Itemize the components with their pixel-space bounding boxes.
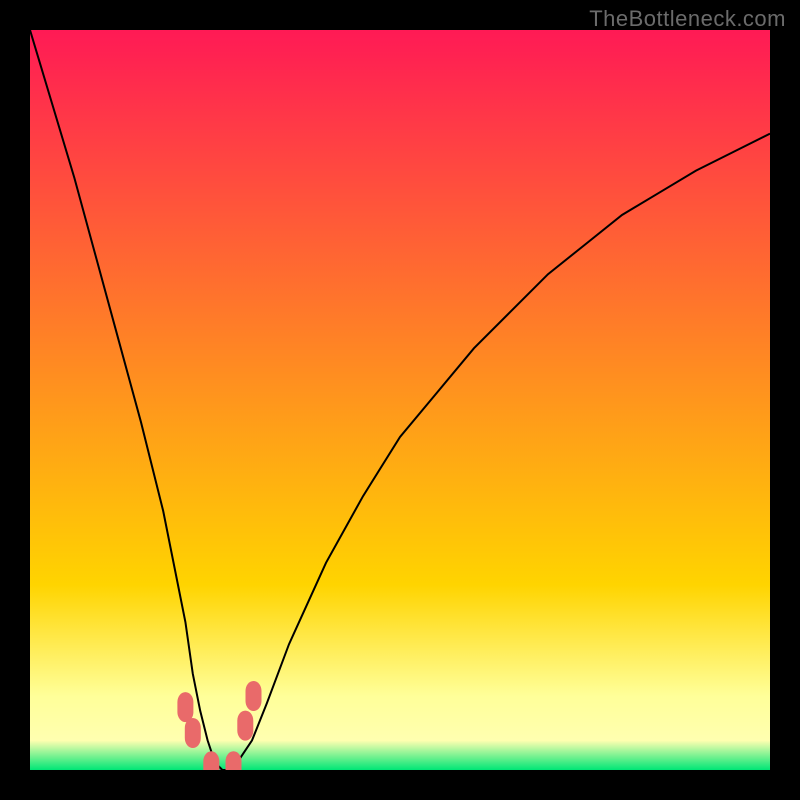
chart-container bbox=[30, 30, 770, 770]
gradient-background bbox=[30, 30, 770, 770]
curve-marker bbox=[185, 718, 201, 748]
watermark-text: TheBottleneck.com bbox=[589, 6, 786, 32]
curve-marker bbox=[177, 692, 193, 722]
curve-marker bbox=[246, 681, 262, 711]
bottleneck-curve-chart bbox=[30, 30, 770, 770]
curve-marker bbox=[237, 711, 253, 741]
